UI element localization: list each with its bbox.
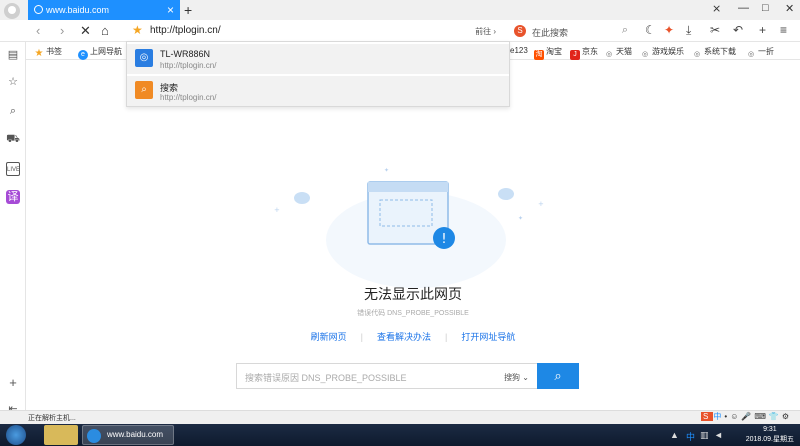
- svg-text:✦: ✦: [384, 167, 389, 174]
- globe-icon: ◎: [135, 49, 153, 67]
- search-icon[interactable]: ⌕: [622, 24, 628, 37]
- error-code: 错误代码 DNS_PROBE_POSSIBLE: [357, 310, 469, 317]
- address-suggestions: ◎ TL-WR886N http://tplogin.cn/ ⌕ 搜索 http…: [126, 41, 510, 107]
- refresh-link[interactable]: 刷新网页: [311, 332, 347, 342]
- svg-text:+: +: [274, 206, 280, 214]
- search-input[interactable]: 在此搜索: [532, 26, 568, 39]
- solution-link[interactable]: 查看解决办法: [377, 332, 431, 342]
- tools-icon[interactable]: ✂: [710, 23, 720, 37]
- stop-button[interactable]: ✕: [80, 23, 91, 39]
- tab-bar: www.baidu.com × + ⨯ — □ ✕: [0, 0, 800, 20]
- reader-icon[interactable]: ▤: [6, 48, 20, 62]
- user-avatar[interactable]: [4, 3, 20, 19]
- tab-favicon-icon: [34, 5, 43, 14]
- favorites-icon[interactable]: ☆: [6, 75, 20, 89]
- error-title: 无法显示此网页: [364, 286, 462, 302]
- volume-icon[interactable]: ◄: [714, 430, 723, 440]
- address-input[interactable]: http://tplogin.cn/: [150, 25, 221, 36]
- app-icon[interactable]: 译: [6, 190, 20, 204]
- star-icon[interactable]: ★: [132, 23, 143, 37]
- home-button[interactable]: ⌂: [101, 23, 109, 38]
- suggestion-item[interactable]: ◎ TL-WR886N http://tplogin.cn/: [127, 44, 509, 74]
- bookmark-item[interactable]: ◎ 游戏娱乐: [640, 46, 684, 60]
- undo-icon[interactable]: ↶: [733, 23, 743, 37]
- engine-select[interactable]: 搜狗 ⌄: [504, 372, 529, 383]
- back-button[interactable]: ‹: [36, 23, 40, 38]
- add-icon[interactable]: +: [759, 23, 766, 37]
- taobao-icon: 淘: [534, 50, 544, 60]
- add-sidebar-icon[interactable]: +: [6, 376, 20, 390]
- svg-text:+: +: [538, 200, 544, 208]
- explorer-icon[interactable]: [44, 425, 78, 445]
- tab-close-icon[interactable]: ×: [167, 0, 174, 20]
- e-icon: e: [78, 50, 88, 60]
- bookmark-item[interactable]: e 上网导航: [78, 46, 122, 60]
- svg-text:✦: ✦: [518, 215, 523, 222]
- live-icon[interactable]: LIVE: [6, 162, 20, 176]
- clock[interactable]: 9:31 2018.09.星期五: [746, 425, 794, 445]
- maximize-button[interactable]: □: [762, 2, 769, 14]
- ime-indicator[interactable]: 中: [686, 430, 695, 443]
- svg-text:!: !: [441, 232, 446, 247]
- bookmark-item[interactable]: ◎ 一折: [746, 46, 774, 60]
- network-icon[interactable]: ▥: [700, 430, 709, 441]
- bookmark-item[interactable]: ◎ 系统下载: [692, 46, 736, 60]
- status-text: 正在解析主机...: [28, 415, 76, 422]
- sidebar: ▤ ☆ ⌕ ⛟ LIVE 译 + ⇤: [0, 42, 26, 415]
- navigation-link[interactable]: 打开网址导航: [461, 332, 515, 342]
- globe-icon: ◎: [605, 51, 613, 58]
- new-tab-button[interactable]: +: [184, 0, 192, 20]
- download-icon[interactable]: ⤓: [686, 23, 691, 38]
- status-tray-icons: S 中•☺🎤⌨👕⚙: [701, 412, 792, 421]
- bookmark-item[interactable]: ★ 书签: [34, 46, 62, 59]
- tab-baidu[interactable]: www.baidu.com ×: [28, 0, 180, 20]
- error-links: 刷新网页 | 查看解决办法 | 打开网址导航: [310, 332, 516, 342]
- globe-icon: ◎: [641, 51, 649, 58]
- bookmark-item[interactable]: J 京东: [570, 46, 598, 60]
- browser-icon: [87, 429, 101, 443]
- search-icon: ⌕: [135, 81, 153, 99]
- minimize-button[interactable]: —: [738, 2, 749, 14]
- cart-icon[interactable]: ⛟: [6, 132, 20, 146]
- close-window-button[interactable]: ✕: [785, 2, 794, 15]
- game-icon[interactable]: ✦: [664, 23, 674, 37]
- globe-icon: ◎: [693, 51, 701, 58]
- start-button[interactable]: [6, 425, 26, 445]
- error-search-input[interactable]: 搜索错误原因 DNS_PROBE_POSSIBLE 搜狗 ⌄: [236, 363, 538, 389]
- forward-button[interactable]: ›: [60, 23, 64, 38]
- bookmark-item[interactable]: e123: [510, 46, 528, 55]
- sogou-icon[interactable]: S: [514, 25, 526, 37]
- tab-title: www.baidu.com: [46, 5, 110, 15]
- menu-icon[interactable]: ≡: [780, 23, 787, 37]
- globe-icon: ◎: [747, 51, 755, 58]
- taskbar: www.baidu.com ▲ 中 ▥ ◄ 9:31 2018.09.星期五: [0, 424, 800, 446]
- search-box[interactable]: S 在此搜索 ⌕: [512, 21, 632, 41]
- jd-icon: J: [570, 50, 580, 60]
- error-page: ! + + ✦ ✦ 无法显示此网页 错误代码 DNS_PROBE_POSSIBL…: [26, 60, 800, 410]
- go-button[interactable]: 前往 ›: [475, 26, 496, 37]
- night-mode-icon[interactable]: ☾: [645, 23, 656, 37]
- bookmark-item[interactable]: 淘淘宝: [534, 46, 562, 60]
- search-icon[interactable]: ⌕: [6, 104, 20, 118]
- bookmark-item[interactable]: ◎ 天猫: [604, 46, 632, 60]
- skin-icon[interactable]: ⨯: [712, 2, 721, 15]
- toolbar: ‹ › ✕ ⌂ ★ http://tplogin.cn/ 前往 › S 在此搜索…: [0, 20, 800, 42]
- star-icon: ★: [34, 48, 44, 59]
- taskbar-browser[interactable]: www.baidu.com: [82, 425, 174, 445]
- show-hidden-icons[interactable]: ▲: [670, 430, 679, 440]
- suggestion-item[interactable]: ⌕ 搜索 http://tplogin.cn/: [127, 76, 509, 106]
- status-bar: 正在解析主机... S 中•☺🎤⌨👕⚙: [0, 410, 800, 424]
- error-illustration: ! + + ✦ ✦: [274, 167, 544, 288]
- address-bar[interactable]: ★ http://tplogin.cn/ 前往 ›: [126, 21, 504, 41]
- error-search-button[interactable]: ⌕: [537, 363, 579, 389]
